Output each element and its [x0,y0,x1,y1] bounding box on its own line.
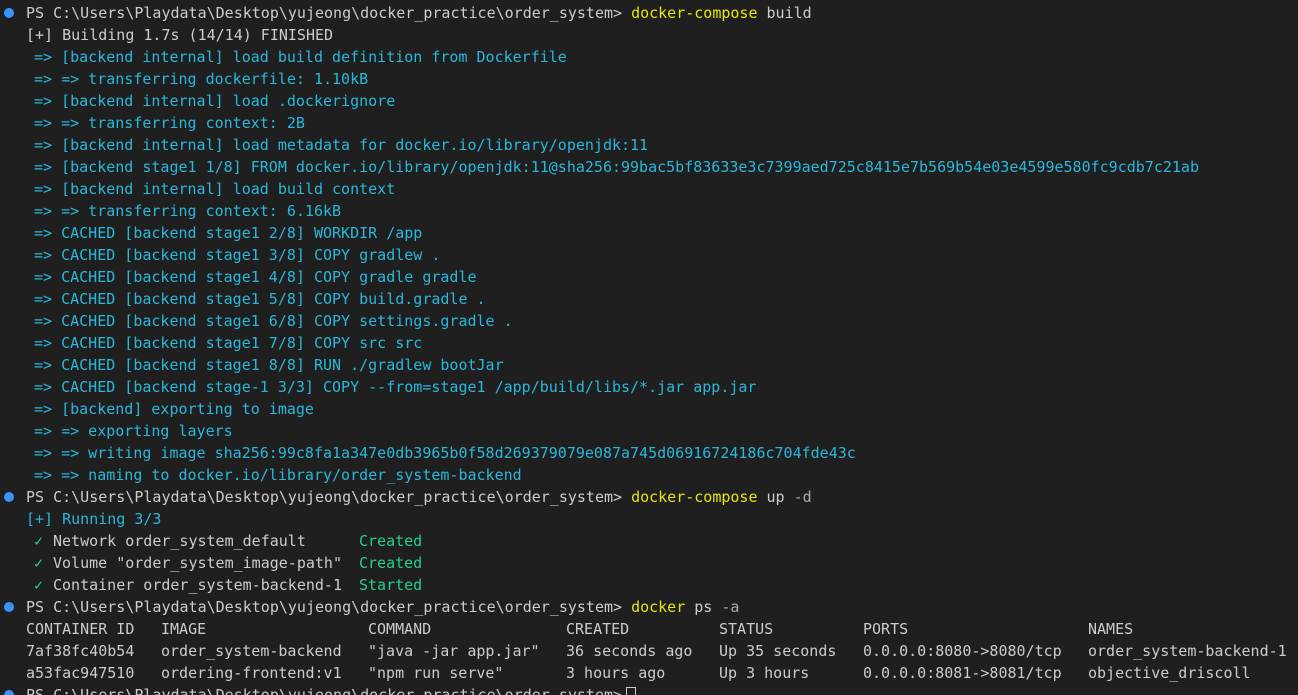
ps-row-cell: 7af38fc40b54 [26,642,135,660]
build-header-text: [+] Building 1.7s (14/14) FINISHED [26,26,334,44]
check-icon: ✓ [34,532,44,550]
command-name: docker [631,598,686,616]
ps-header-row-cell: STATUS [719,620,774,638]
up-header-text: [+] Running 3/3 [26,510,162,528]
command-name: docker-compose [631,488,758,506]
prompt-path: PS C:\Users\Playdata\Desktop\yujeong\doc… [26,4,623,22]
up-item-status: Created [359,532,423,550]
command-flag: -a [712,598,740,616]
build-step-text: => CACHED [backend stage1 6/8] COPY sett… [34,312,513,330]
prompt-text: PS C:\Users\Playdata\Desktop\yujeong\doc… [26,486,812,508]
ps-row-cell: ordering-frontend:v1 [161,664,342,682]
up-item-label: Container order_system-backend-1 [53,576,342,594]
build-step-text: => CACHED [backend stage1 7/8] COPY src … [34,334,423,352]
build-step-text: => CACHED [backend stage1 4/8] COPY grad… [34,268,477,286]
ps-header-row-cell: NAMES [1088,620,1134,638]
command-flag: -d [784,488,812,506]
final-prompt-text[interactable]: PS C:\Users\Playdata\Desktop\yujeong\doc… [26,684,637,695]
ps-row-cell: 36 seconds ago [566,642,693,660]
build-step-text: => => transferring context: 6.16kB [34,202,342,220]
command-status-dot-icon[interactable] [4,8,14,18]
up-item-label: Network order_system_default [53,532,306,550]
ps-row-cell: order_system-backend [161,642,342,660]
command-status-dot-icon[interactable] [4,492,14,502]
build-step-text: => [backend internal] load build context [34,180,396,198]
build-step-text: => => transferring context: 2B [34,114,305,132]
build-step-text: => [backend] exporting to image [34,400,314,418]
build-step-text: => => transferring dockerfile: 1.10kB [34,70,369,88]
ps-row-cell: 0.0.0.0:8081->8081/tcp [863,664,1062,682]
ps-row-cell: order_system-backend-1 [1088,642,1287,660]
build-step-text: => CACHED [backend stage1 8/8] RUN ./gra… [34,356,504,374]
up-item-status: Started [359,576,423,594]
ps-header-row-cell: COMMAND [368,620,432,638]
ps-row-cell: objective_driscoll [1088,664,1251,682]
up-item-status: Created [359,554,423,572]
check-icon: ✓ [34,576,44,594]
up-item-label: Volume "order_system_image-path" [53,554,342,572]
terminal-window[interactable]: PS C:\Users\Playdata\Desktop\yujeong\doc… [0,0,1298,695]
build-step-text: => => naming to docker.io/library/order_… [34,466,522,484]
command-name: docker-compose [631,4,758,22]
ps-row-cell: 0.0.0.0:8080->8080/tcp [863,642,1062,660]
ps-header-row-cell: CREATED [566,620,630,638]
prompt-text: PS C:\Users\Playdata\Desktop\yujeong\doc… [26,2,812,24]
command-args: ps [685,598,713,616]
check-icon: ✓ [34,554,44,572]
ps-row-cell: Up 35 seconds [719,642,837,660]
build-step-text: => CACHED [backend stage1 3/8] COPY grad… [34,246,441,264]
build-step-text: => [backend stage1 1/8] FROM docker.io/l… [34,158,1199,176]
ps-header-row-cell: PORTS [863,620,909,638]
ps-row-cell: "npm run serve" [368,664,504,682]
ps-row-cell: 3 hours ago [566,664,666,682]
prompt-dot-icon [4,690,14,695]
prompt-path: PS C:\Users\Playdata\Desktop\yujeong\doc… [26,488,623,506]
build-step-text: => CACHED [backend stage1 2/8] WORKDIR /… [34,224,423,242]
ps-row-cell: a53fac947510 [26,664,135,682]
ps-header-row-cell: CONTAINER ID [26,620,135,638]
build-step-text: => => writing image sha256:99c8fa1a347e0… [34,444,856,462]
build-step-text: => CACHED [backend stage1 5/8] COPY buil… [34,290,486,308]
command-status-dot-icon[interactable] [4,602,14,612]
build-step-text: => => exporting layers [34,422,233,440]
command-args: build [757,4,812,22]
text-cursor-icon[interactable] [626,686,637,695]
build-step-text: => CACHED [backend stage-1 3/3] COPY --f… [34,378,757,396]
ps-row-cell: Up 3 hours [719,664,810,682]
build-step-text: => [backend internal] load .dockerignore [34,92,396,110]
command-args: up [757,488,785,506]
build-step-text: => [backend internal] load build definit… [34,48,567,66]
prompt-text: PS C:\Users\Playdata\Desktop\yujeong\doc… [26,596,739,618]
build-step-text: => [backend internal] load metadata for … [34,136,649,154]
ps-row-cell: "java -jar app.jar" [368,642,540,660]
prompt-path: PS C:\Users\Playdata\Desktop\yujeong\doc… [26,598,623,616]
ps-header-row-cell: IMAGE [161,620,207,638]
